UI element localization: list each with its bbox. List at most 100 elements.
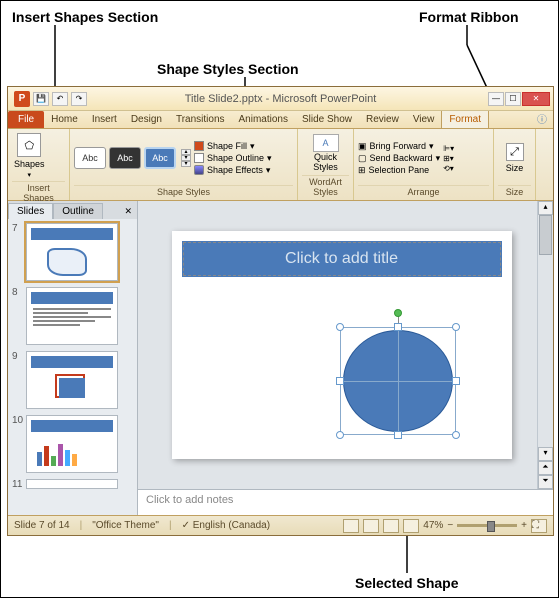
- zoom-in-button[interactable]: +: [521, 520, 527, 531]
- send-backward-button[interactable]: ▢ Send Backward ▾: [358, 153, 440, 164]
- tab-view[interactable]: View: [406, 111, 442, 128]
- fit-window-button[interactable]: ⛶: [531, 519, 547, 533]
- style-sample-1[interactable]: Abc: [74, 147, 106, 169]
- tab-file[interactable]: File: [8, 111, 44, 128]
- tab-home[interactable]: Home: [44, 111, 85, 128]
- tab-slideshow[interactable]: Slide Show: [295, 111, 359, 128]
- style-sample-2[interactable]: Abc: [109, 147, 141, 169]
- scroll-thumb[interactable]: [539, 215, 552, 255]
- bring-forward-label: Bring Forward: [370, 141, 427, 151]
- tab-review[interactable]: Review: [359, 111, 406, 128]
- ribbon: ⬠ Shapes ▾ Insert Shapes Abc Abc Abc ▴▾▾…: [8, 129, 553, 201]
- status-lang-text: English (Canada): [193, 520, 270, 531]
- gallery-scroll[interactable]: ▴▾▾: [181, 149, 191, 167]
- resize-handle-b[interactable]: [394, 431, 402, 439]
- view-normal-button[interactable]: [343, 519, 359, 533]
- selection-pane-label: Selection Pane: [369, 165, 430, 175]
- thumbnail-list: 7 8 9 10: [8, 219, 137, 515]
- shape-outline-label: Shape Outline: [207, 153, 264, 163]
- bring-forward-button[interactable]: ▣ Bring Forward ▾: [358, 141, 440, 152]
- outline-tab[interactable]: Outline: [53, 203, 103, 219]
- shape-style-gallery[interactable]: Abc Abc Abc ▴▾▾: [74, 147, 191, 169]
- minimize-button[interactable]: —: [488, 92, 504, 106]
- selected-shape[interactable]: [340, 327, 456, 435]
- rotation-handle[interactable]: [394, 309, 402, 317]
- resize-handle-tl[interactable]: [336, 323, 344, 331]
- view-reading-button[interactable]: [383, 519, 399, 533]
- statusbar: Slide 7 of 14| "Office Theme"| ✓ English…: [8, 515, 553, 535]
- slide-canvas[interactable]: Click to add title: [172, 231, 512, 459]
- resize-handle-r[interactable]: [452, 377, 460, 385]
- workarea: Slides Outline ✕ 7 8: [8, 201, 553, 515]
- slides-tab[interactable]: Slides: [8, 203, 53, 219]
- zoom-value: 47%: [423, 520, 443, 531]
- group-insert-shapes: ⬠ Shapes ▾ Insert Shapes: [8, 129, 70, 200]
- tab-transitions[interactable]: Transitions: [169, 111, 232, 128]
- anno-format-ribbon: Format Ribbon: [419, 9, 519, 25]
- effects-icon: [194, 165, 204, 175]
- group-button[interactable]: ⊞▾: [443, 154, 454, 163]
- anno-insert-shapes: Insert Shapes Section: [12, 9, 158, 25]
- styles-label2: Styles: [313, 162, 338, 172]
- resize-handle-l[interactable]: [336, 377, 344, 385]
- notes-pane[interactable]: Click to add notes: [138, 489, 553, 515]
- slide-thumb-7[interactable]: [26, 223, 118, 281]
- group-wordart: A Quick Styles WordArt Styles: [298, 129, 354, 200]
- resize-handle-br[interactable]: [452, 431, 460, 439]
- quick-label: Quick: [314, 152, 337, 162]
- slide-thumb-11[interactable]: [26, 479, 118, 489]
- editor-area: Click to add title: [138, 201, 553, 515]
- selection-pane-button[interactable]: ⊞ Selection Pane: [358, 165, 440, 176]
- rotate-button[interactable]: ⟲▾: [443, 164, 454, 173]
- close-panel-icon[interactable]: ✕: [119, 204, 137, 219]
- resize-handle-tr[interactable]: [452, 323, 460, 331]
- vertical-scrollbar[interactable]: ▴ ▾ ⏶ ⏷: [537, 201, 553, 489]
- qat-redo[interactable]: ↷: [71, 92, 87, 106]
- group-label-wordart: WordArt Styles: [302, 175, 349, 198]
- tab-design[interactable]: Design: [124, 111, 169, 128]
- tab-insert[interactable]: Insert: [85, 111, 124, 128]
- shape-outline-button[interactable]: Shape Outline ▾: [194, 153, 272, 164]
- view-slideshow-button[interactable]: [403, 519, 419, 533]
- shapes-button[interactable]: ⬠ Shapes ▾: [12, 131, 47, 181]
- slide-thumb-9[interactable]: [26, 351, 118, 409]
- outline-icon: [194, 153, 204, 163]
- qat-undo[interactable]: ↶: [52, 92, 68, 106]
- maximize-button[interactable]: ☐: [505, 92, 521, 106]
- zoom-slider[interactable]: [457, 524, 517, 527]
- thumb-num: 11: [12, 479, 22, 490]
- qat-save[interactable]: 💾: [33, 92, 49, 106]
- chevron-down-icon: ▾: [28, 171, 32, 179]
- ribbon-help-icon[interactable]: ⓘ: [531, 109, 553, 128]
- scroll-up-icon[interactable]: ▴: [538, 201, 553, 215]
- status-language[interactable]: ✓ English (Canada): [182, 520, 270, 531]
- shape-fill-button[interactable]: Shape Fill ▾: [194, 141, 272, 152]
- style-sample-3[interactable]: Abc: [144, 147, 176, 169]
- status-theme: "Office Theme": [92, 520, 159, 531]
- shape-fill-label: Shape Fill: [207, 141, 247, 151]
- window-title: Title Slide2.pptx - Microsoft PowerPoint: [185, 93, 377, 105]
- group-label-shape-styles: Shape Styles: [74, 185, 293, 198]
- next-slide-icon[interactable]: ⏷: [538, 475, 553, 489]
- resize-handle-t[interactable]: [394, 323, 402, 331]
- resize-handle-bl[interactable]: [336, 431, 344, 439]
- zoom-out-button[interactable]: −: [447, 520, 453, 531]
- size-icon: ⤢: [506, 143, 524, 161]
- group-label-arrange: Arrange: [358, 185, 489, 198]
- title-placeholder[interactable]: Click to add title: [182, 241, 502, 277]
- scroll-down-icon[interactable]: ▾: [538, 447, 553, 461]
- group-size: ⤢ Size Size: [494, 129, 536, 200]
- fill-icon: [194, 141, 204, 151]
- prev-slide-icon[interactable]: ⏶: [538, 461, 553, 475]
- size-button[interactable]: ⤢ Size: [504, 141, 526, 175]
- view-sorter-button[interactable]: [363, 519, 379, 533]
- align-button[interactable]: ⊫▾: [443, 144, 454, 153]
- quick-styles-button[interactable]: A Quick Styles: [313, 134, 339, 172]
- tab-format[interactable]: Format: [441, 110, 489, 128]
- slide-thumb-8[interactable]: [26, 287, 118, 345]
- slide-thumb-10[interactable]: [26, 415, 118, 473]
- tab-animations[interactable]: Animations: [232, 111, 295, 128]
- shape-effects-button[interactable]: Shape Effects ▾: [194, 165, 272, 176]
- slides-panel: Slides Outline ✕ 7 8: [8, 201, 138, 515]
- close-button[interactable]: ✕: [522, 92, 550, 106]
